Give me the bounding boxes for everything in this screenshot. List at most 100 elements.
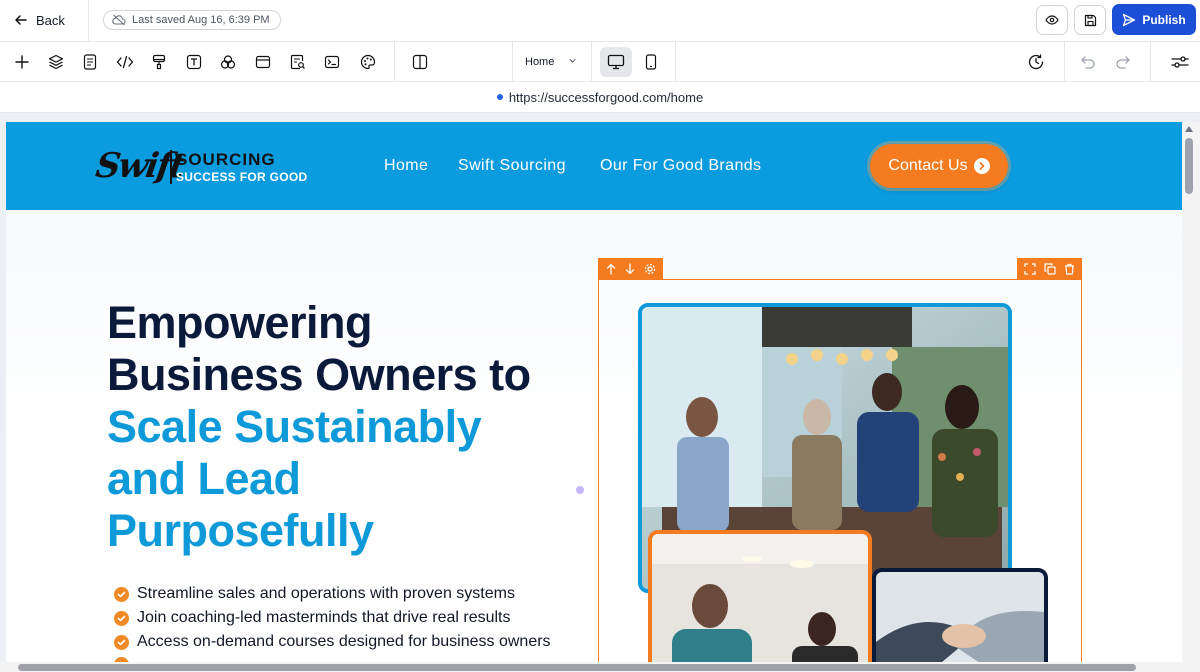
scroll-up-icon[interactable] xyxy=(1185,126,1193,132)
text-button[interactable] xyxy=(184,52,204,72)
preview-button[interactable] xyxy=(1036,5,1068,35)
arrow-left-icon xyxy=(15,15,27,25)
section-icon xyxy=(255,55,271,69)
check-circle-icon xyxy=(114,634,129,650)
mobile-icon xyxy=(645,54,657,70)
site-header[interactable]: Swift SOURCING SUCCESS FOR GOOD Home Swi… xyxy=(6,122,1182,210)
photo-handshake[interactable] xyxy=(872,568,1048,664)
undo-button[interactable] xyxy=(1078,52,1098,72)
page-selector-value: Home xyxy=(525,56,555,68)
save-status-badge: Last saved Aug 16, 6:39 PM xyxy=(103,10,281,30)
hero-heading-line[interactable]: Empowering xyxy=(107,297,373,349)
undo-icon xyxy=(1081,56,1095,69)
pages-icon xyxy=(83,54,97,70)
paint-button[interactable] xyxy=(149,52,169,72)
contact-us-label: Contact Us xyxy=(888,157,968,174)
settings-button[interactable] xyxy=(1170,52,1190,72)
history-icon xyxy=(1028,54,1044,70)
logo-tagline: SUCCESS FOR GOOD xyxy=(176,170,308,184)
save-button[interactable] xyxy=(1074,5,1106,35)
save-status-text: Last saved Aug 16, 6:39 PM xyxy=(132,14,270,26)
paint-icon xyxy=(152,54,166,70)
check-circle-icon xyxy=(114,610,129,626)
feature-bullet-text: Streamline sales and operations with pro… xyxy=(137,585,515,602)
hero-heading-highlight[interactable]: and Lead xyxy=(107,453,301,505)
hero-heading-line[interactable]: Business Owners to xyxy=(107,349,531,401)
terminal-button[interactable] xyxy=(322,52,342,72)
element-toolbar-right xyxy=(1017,258,1082,279)
feature-bullet[interactable]: Access on-demand courses designed for bu… xyxy=(114,633,551,651)
check-circle-icon xyxy=(114,586,129,602)
photo-conversation[interactable] xyxy=(648,530,872,664)
publish-button[interactable]: Publish xyxy=(1112,4,1196,35)
expand-icon[interactable] xyxy=(1024,262,1036,275)
form-icon xyxy=(290,54,305,70)
publish-label: Publish xyxy=(1142,12,1186,27)
divider xyxy=(394,42,395,82)
arrow-right-circle-icon xyxy=(973,158,990,174)
split-view-button[interactable] xyxy=(410,52,430,72)
logo-sourcing-text: SOURCING xyxy=(176,150,276,169)
feature-bullet-text: Join coaching-led masterminds that drive… xyxy=(137,609,511,626)
editor-topbar: Back Last saved Aug 16, 6:39 PM Publish xyxy=(0,0,1200,42)
desktop-icon xyxy=(607,54,625,70)
vertical-scroll-thumb[interactable] xyxy=(1185,138,1193,194)
nav-swift-sourcing[interactable]: Swift Sourcing xyxy=(458,157,566,175)
editor-toolbar: Home xyxy=(0,42,1200,82)
gear-icon[interactable] xyxy=(644,263,656,275)
url-bar: https://successforgood.com/home xyxy=(0,82,1200,113)
mobile-view-button[interactable] xyxy=(635,47,667,77)
feature-bullet-text: Access on-demand courses designed for bu… xyxy=(137,633,551,650)
divider xyxy=(675,42,676,82)
code-button[interactable] xyxy=(115,52,135,72)
page-url[interactable]: https://successforgood.com/home xyxy=(509,90,703,105)
history-button[interactable] xyxy=(1026,52,1046,72)
eye-icon xyxy=(1045,15,1059,25)
page-selector[interactable]: Home xyxy=(512,42,592,82)
contact-us-button[interactable]: Contact Us xyxy=(870,144,1008,188)
redo-icon xyxy=(1116,56,1130,69)
site-logo[interactable]: Swift SOURCING SUCCESS FOR GOOD xyxy=(93,144,316,188)
split-view-icon xyxy=(412,54,428,70)
layers-button[interactable] xyxy=(46,52,66,72)
trash-icon[interactable] xyxy=(1064,263,1075,275)
move-up-icon[interactable] xyxy=(606,263,616,275)
hero-heading-highlight[interactable]: Purposefully xyxy=(107,505,374,557)
code-icon xyxy=(116,55,134,69)
hero-heading-highlight[interactable]: Scale Sustainably xyxy=(107,401,482,453)
horizontal-scroll-thumb[interactable] xyxy=(18,664,1136,671)
text-icon xyxy=(186,54,202,70)
feature-bullet[interactable]: Streamline sales and operations with pro… xyxy=(114,585,515,603)
feature-bullet[interactable]: Join coaching-led masterminds that drive… xyxy=(114,609,511,627)
redo-button[interactable] xyxy=(1113,52,1133,72)
terminal-icon xyxy=(324,55,340,69)
duplicate-icon[interactable] xyxy=(1044,262,1056,275)
page-canvas[interactable]: Swift SOURCING SUCCESS FOR GOOD Home Swi… xyxy=(6,122,1182,664)
send-icon xyxy=(1123,13,1136,26)
add-icon xyxy=(15,55,29,69)
divider xyxy=(1064,42,1065,82)
palette-button[interactable] xyxy=(358,52,378,72)
resize-handle[interactable] xyxy=(576,486,584,494)
live-status-dot xyxy=(496,94,503,100)
nav-home[interactable]: Home xyxy=(384,157,428,175)
shapes-button[interactable] xyxy=(218,52,238,72)
palette-icon xyxy=(360,54,376,70)
chevron-down-icon xyxy=(569,58,576,63)
nav-for-good-brands[interactable]: Our For Good Brands xyxy=(600,157,761,175)
move-down-icon[interactable] xyxy=(625,262,635,275)
back-label: Back xyxy=(36,12,65,28)
shapes-icon xyxy=(220,55,236,69)
desktop-view-button[interactable] xyxy=(600,47,632,77)
pages-button[interactable] xyxy=(80,52,100,72)
save-icon xyxy=(1084,14,1096,26)
section-button[interactable] xyxy=(253,52,273,72)
cloud-off-icon xyxy=(112,14,126,26)
vertical-scrollbar[interactable] xyxy=(1182,122,1200,672)
form-button[interactable] xyxy=(288,52,308,72)
logo-divider xyxy=(170,150,172,184)
horizontal-scrollbar[interactable] xyxy=(0,662,1182,672)
back-button[interactable]: Back xyxy=(8,8,71,32)
add-element-button[interactable] xyxy=(12,52,32,72)
element-toolbar-left xyxy=(598,258,663,279)
